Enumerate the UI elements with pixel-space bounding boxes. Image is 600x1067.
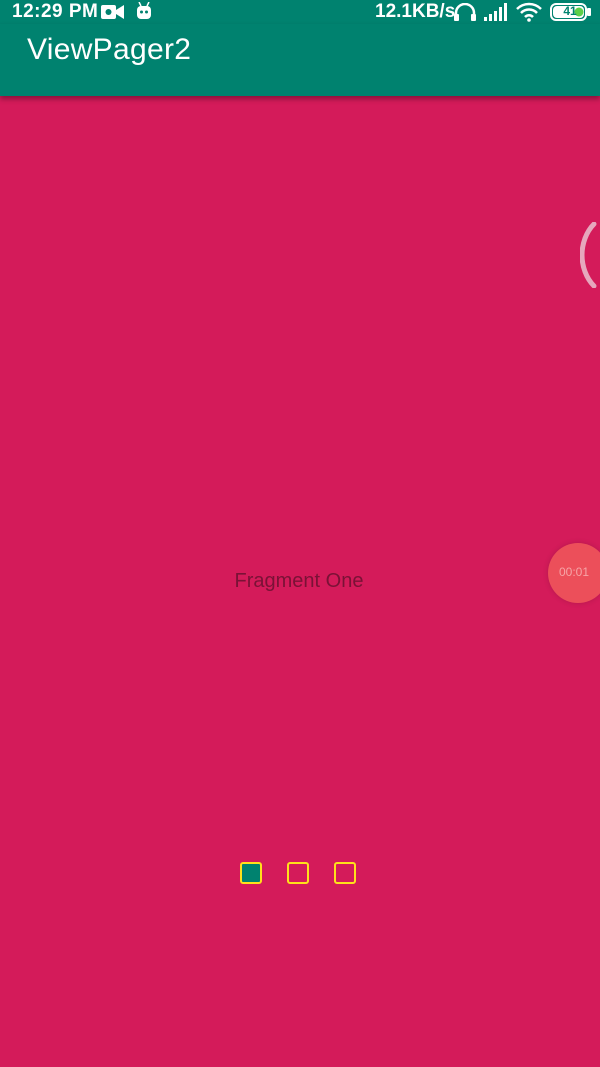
- video-camera-icon: [101, 4, 125, 26]
- battery-level: 41: [563, 4, 577, 18]
- page-indicator-1[interactable]: [240, 862, 262, 884]
- status-time: 12:29 PM: [12, 1, 99, 22]
- android-robot-icon: [136, 1, 152, 26]
- app-bar: ViewPager2: [0, 24, 600, 96]
- page-indicator-3[interactable]: [334, 862, 356, 884]
- fragment-label: Fragment One: [234, 570, 364, 592]
- page-indicator-2[interactable]: [287, 862, 309, 884]
- view-pager[interactable]: Fragment One 00:01: [0, 96, 600, 1067]
- status-bar: 12:29 PM 12.1KB/s 41: [0, 0, 600, 24]
- screen: 12:29 PM 12.1KB/s 41 ViewPager2 Fragment…: [0, 0, 600, 1067]
- edge-swipe-handle-icon[interactable]: [579, 221, 600, 293]
- record-timer: 00:01: [559, 565, 590, 579]
- network-speed: 12.1KB/s: [375, 1, 456, 22]
- screen-record-badge[interactable]: 00:01: [548, 543, 600, 603]
- app-title: ViewPager2: [27, 33, 192, 66]
